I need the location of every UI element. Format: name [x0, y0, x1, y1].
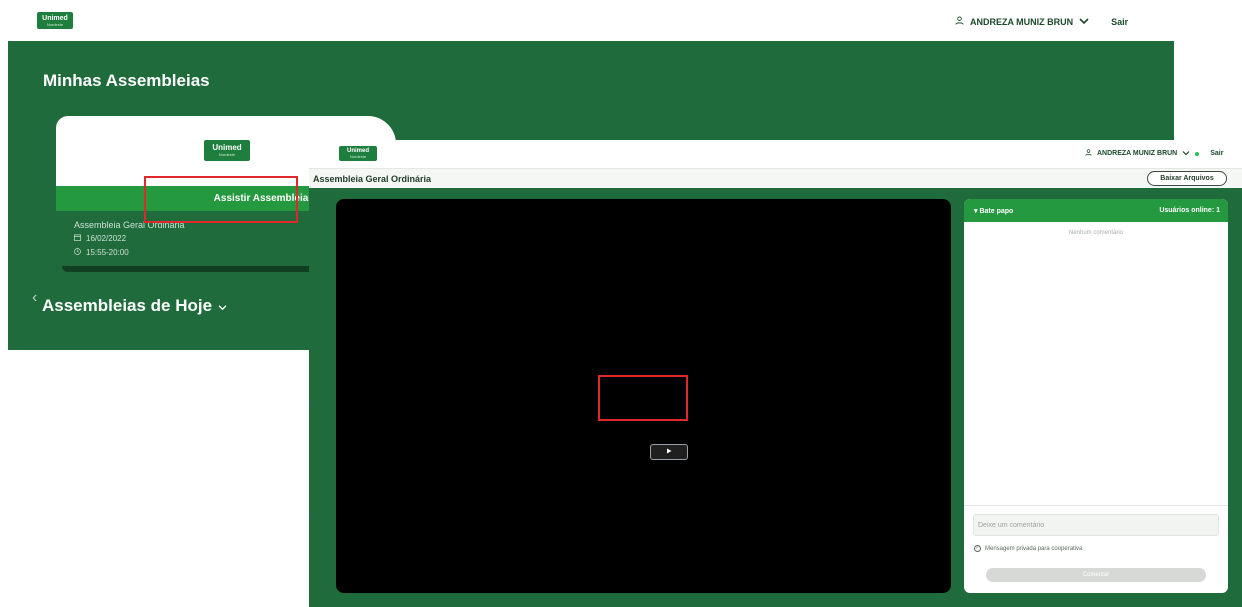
play-button[interactable] — [650, 444, 688, 460]
title-bar: Assembleia Geral Ordinária Baixar Arquiv… — [309, 168, 1242, 188]
unimed-logo[interactable]: Unimed Nordeste — [37, 12, 73, 29]
player-stage: ▾ Bate papo Usuários online: 1 Nenhum co… — [309, 188, 1242, 607]
user-name: ANDREZA MUNIZ BRUN — [970, 16, 1074, 27]
user-icon — [1085, 149, 1092, 158]
chat-title: ▾ Bate papo — [974, 208, 1014, 215]
assembly-time: 15:55-20:00 — [86, 248, 129, 257]
logout-link[interactable]: Sair — [1111, 17, 1128, 27]
private-message-option[interactable]: ✓ Mensagem privada para cooperativa — [974, 545, 1082, 552]
comment-submit-button[interactable]: Comentar — [986, 568, 1206, 582]
logout-link[interactable]: Sair — [1210, 150, 1223, 157]
assembly-player-window: Unimed Nordeste ANDREZA MUNIZ BRUN Sair … — [309, 140, 1242, 607]
check-circle-icon[interactable]: ✓ — [974, 545, 981, 552]
user-menu[interactable]: ANDREZA MUNIZ BRUN Sair — [955, 16, 1128, 27]
private-message-label: Mensagem privada para cooperativa — [985, 545, 1083, 552]
chevron-down-icon[interactable] — [1079, 17, 1089, 27]
chat-divider — [964, 505, 1228, 506]
card-unimed-logo: Unimed Nordeste — [204, 140, 250, 161]
status-dot-icon — [1195, 151, 1200, 156]
user-name: ANDREZA MUNIZ BRUN — [1097, 150, 1178, 157]
assembly-date-row: 16/02/2022 — [74, 232, 185, 246]
comment-input[interactable]: Deixe um comentário — [973, 514, 1219, 536]
online-users: Usuários online: 1 — [1159, 207, 1220, 214]
assembly-date: 16/02/2022 — [86, 234, 127, 243]
player-top-bar: Unimed Nordeste ANDREZA MUNIZ BRUN Sair — [309, 140, 1242, 168]
unimed-logo[interactable]: Unimed Nordeste — [339, 146, 377, 161]
card-info: Assembleia Geral Ordinária 16/02/2022 15… — [74, 218, 185, 260]
caret-down-icon — [218, 296, 227, 316]
chat-panel: ▾ Bate papo Usuários online: 1 Nenhum co… — [964, 199, 1228, 593]
play-icon — [666, 448, 672, 456]
clock-icon — [74, 246, 81, 260]
chat-header[interactable]: ▾ Bate papo Usuários online: 1 — [964, 199, 1228, 222]
download-files-button[interactable]: Baixar Arquivos — [1147, 171, 1227, 186]
calendar-icon — [74, 232, 81, 246]
highlight-watch-button — [144, 176, 298, 223]
chevron-left-icon[interactable]: ‹ — [32, 289, 37, 307]
page-title: Assembleia Geral Ordinária — [313, 174, 432, 184]
user-icon — [955, 16, 964, 27]
user-menu[interactable]: ANDREZA MUNIZ BRUN Sair — [1085, 149, 1223, 158]
today-section-title[interactable]: Assembleias de Hoje — [42, 296, 227, 316]
assembly-time-row: 15:55-20:00 — [74, 246, 185, 260]
top-bar: Unimed Nordeste ANDREZA MUNIZ BRUN Sair — [0, 0, 1174, 41]
empty-comments: Nenhum comentário — [1068, 230, 1124, 236]
highlight-play-button — [598, 375, 688, 421]
chevron-down-icon[interactable] — [1182, 150, 1190, 158]
page-title: Minhas Assembleias — [43, 71, 210, 90]
